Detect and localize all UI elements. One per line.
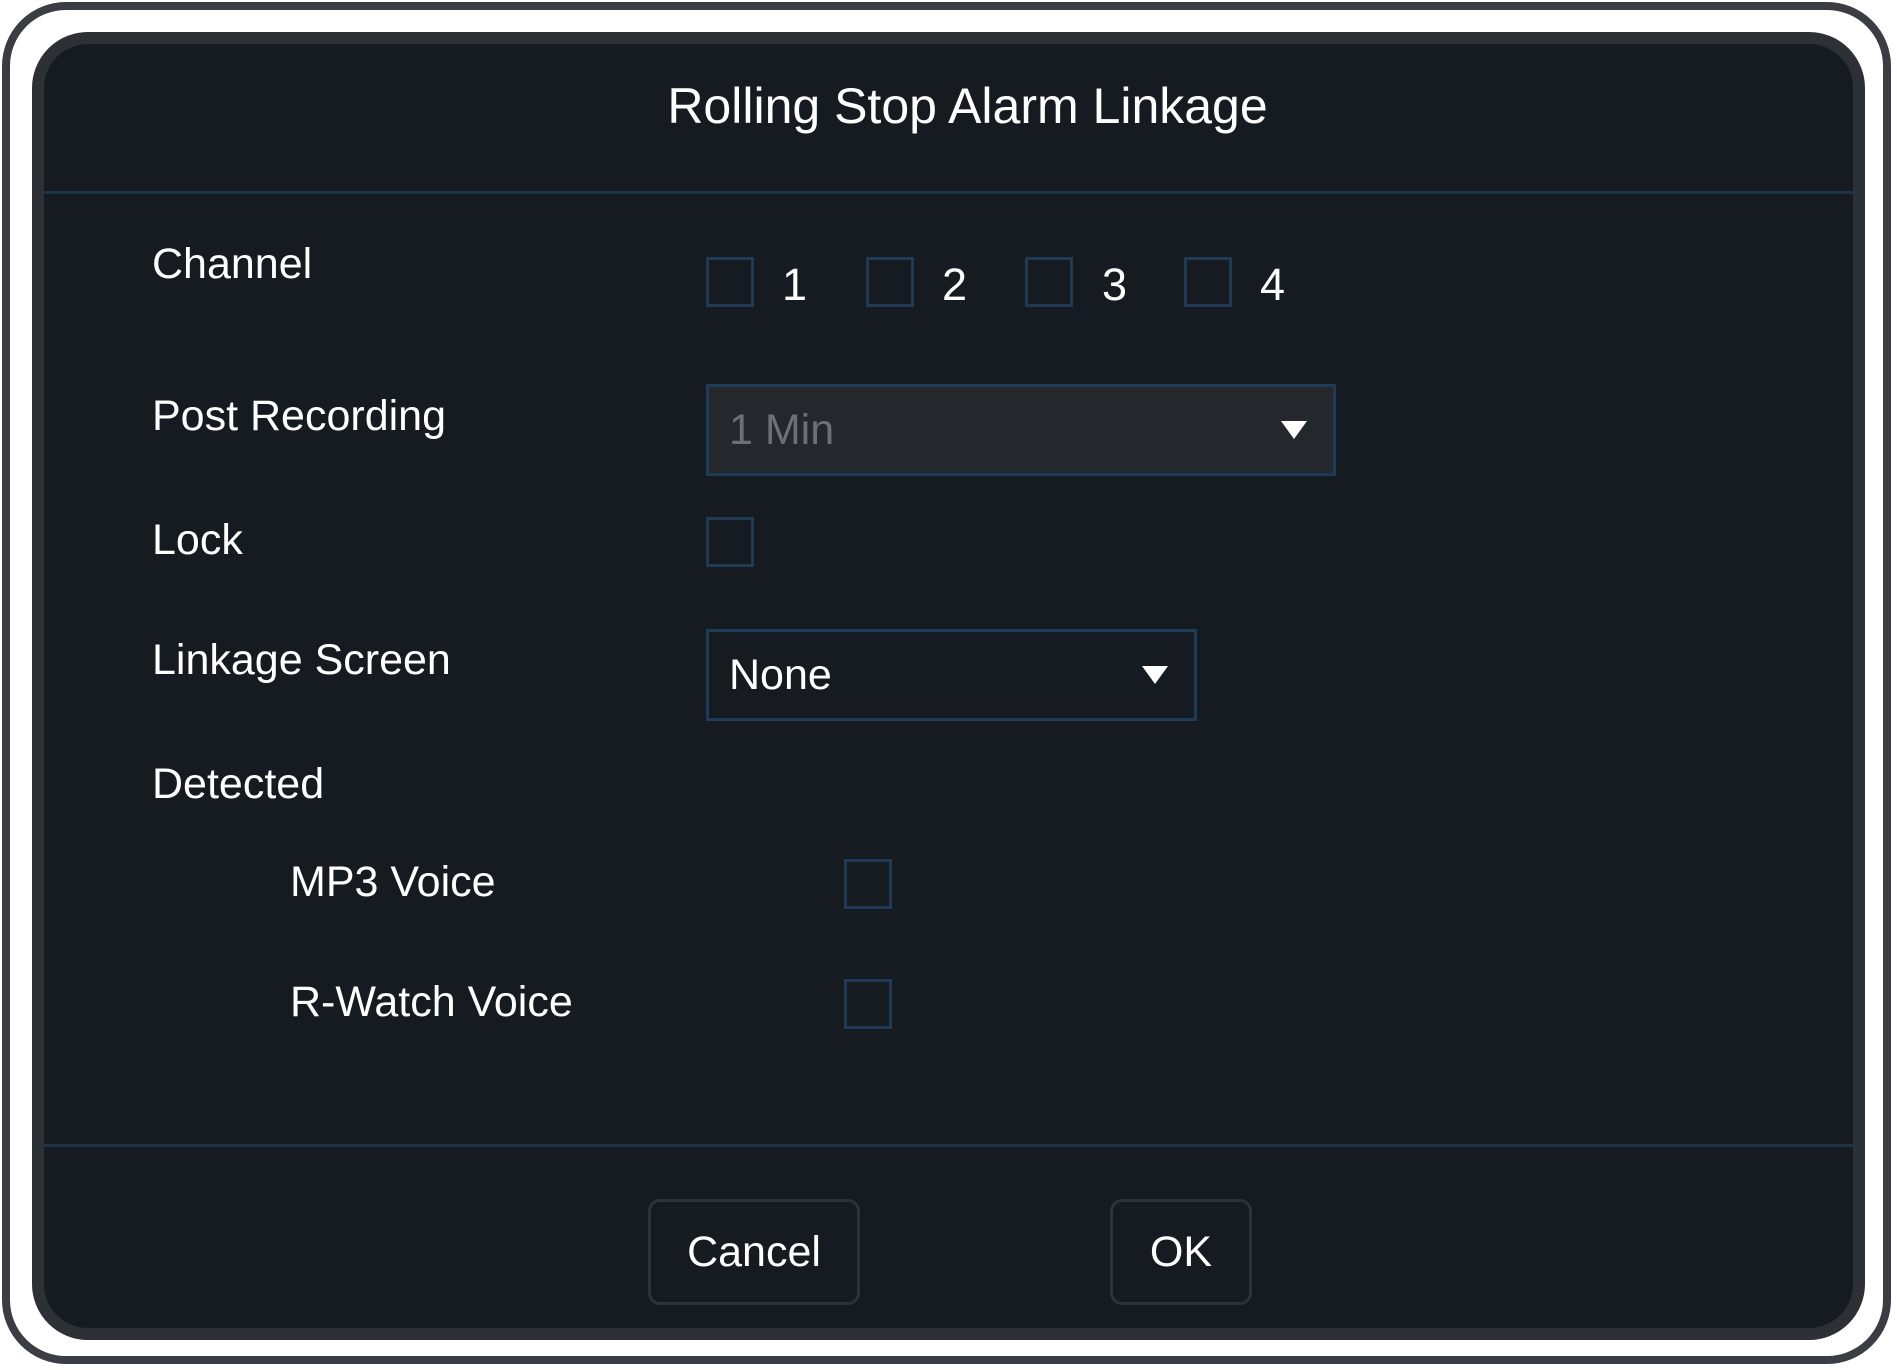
channel-2-label: 2: [942, 259, 968, 310]
post-recording-label: Post Recording: [152, 392, 446, 440]
footer-divider: [44, 1144, 1853, 1147]
linkage-screen-value: None: [729, 650, 832, 699]
lock-label: Lock: [152, 516, 243, 564]
channel-1-label: 1: [782, 259, 808, 310]
detected-label: Detected: [152, 760, 325, 808]
lock-checkbox[interactable]: [706, 517, 754, 567]
chevron-down-icon: [1281, 421, 1307, 439]
chevron-down-icon: [1142, 666, 1168, 684]
channel-4-label: 4: [1260, 259, 1286, 310]
rwatch-voice-checkbox[interactable]: [844, 979, 892, 1029]
channel-label: Channel: [152, 240, 313, 288]
linkage-screen-select[interactable]: None: [706, 629, 1197, 721]
dialog-title-bar: Rolling Stop Alarm Linkage: [44, 44, 1853, 194]
mp3-voice-checkbox[interactable]: [844, 859, 892, 909]
post-recording-select[interactable]: 1 Min: [706, 384, 1336, 476]
channel-2-checkbox[interactable]: [866, 257, 914, 307]
ok-button[interactable]: OK: [1110, 1199, 1252, 1305]
post-recording-value: 1 Min: [729, 405, 835, 454]
dialog-title: Rolling Stop Alarm Linkage: [667, 77, 1268, 134]
mp3-voice-label: MP3 Voice: [290, 858, 496, 906]
rwatch-voice-label: R-Watch Voice: [290, 978, 573, 1026]
linkage-screen-label: Linkage Screen: [152, 636, 451, 684]
channel-3-checkbox[interactable]: [1025, 257, 1073, 307]
cancel-button[interactable]: Cancel: [648, 1199, 860, 1305]
rolling-stop-alarm-linkage-dialog: Rolling Stop Alarm Linkage Channel 1 2 3…: [32, 32, 1865, 1340]
channel-4-checkbox[interactable]: [1184, 257, 1232, 307]
channel-1-checkbox[interactable]: [706, 257, 754, 307]
channel-3-label: 3: [1102, 259, 1128, 310]
